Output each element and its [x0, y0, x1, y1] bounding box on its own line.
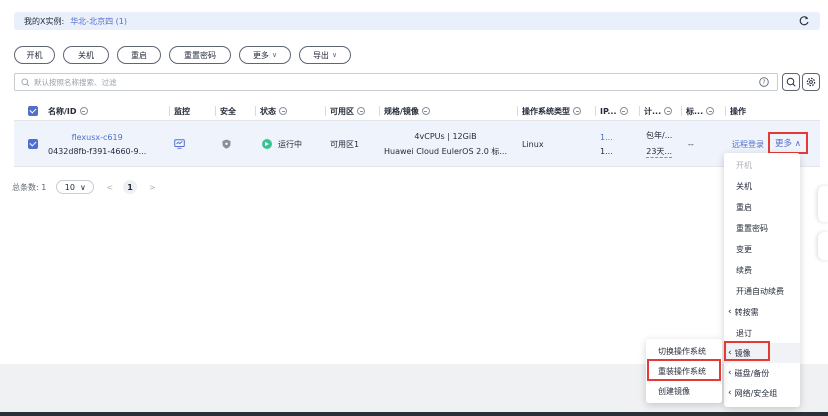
menu-item-reset-password[interactable]: 重置密码	[724, 218, 800, 238]
side-float-tab[interactable]	[818, 232, 828, 260]
instance-name-cell: flexusx-c619 0432d8fb-f391-4660-9...	[48, 121, 146, 167]
search-placeholder: 默认按照名称搜索、过滤	[34, 77, 117, 87]
spec-cell: 4vCPUs | 12GiB Huawei Cloud EulerOS 2.0 …	[384, 121, 507, 167]
region-label: 我的X实例:	[24, 16, 65, 26]
ip-line-2: 1...	[600, 146, 613, 156]
running-icon	[262, 139, 272, 149]
chevron-down-icon: ∨	[80, 182, 86, 192]
restart-button[interactable]: 重启	[117, 46, 161, 64]
filter-icon[interactable]	[619, 107, 628, 115]
chevron-left-icon: ‹	[728, 368, 732, 378]
header-tag[interactable]: 标...	[681, 101, 715, 121]
header-monitor: 监控	[169, 101, 190, 121]
filter-icon[interactable]	[573, 107, 581, 115]
header-billing[interactable]: 计...	[639, 101, 673, 121]
pagination: 总条数: 1 10 ∨ < 1 >	[12, 180, 156, 194]
prev-page-icon[interactable]: <	[106, 183, 113, 192]
next-page-icon[interactable]: >	[149, 183, 156, 192]
billing-cell: 包年/... 23天...	[646, 121, 672, 167]
filter-icon[interactable]	[421, 107, 430, 115]
chevron-left-icon: ‹	[728, 388, 732, 398]
stop-button[interactable]: 关机	[63, 46, 109, 64]
search-icon	[21, 77, 30, 86]
monitor-icon[interactable]	[174, 139, 185, 149]
status-text: 运行中	[278, 139, 302, 149]
header-spec[interactable]: 规格/镜像	[379, 101, 430, 121]
refresh-icon[interactable]	[798, 15, 810, 27]
header-name[interactable]: 名称/ID	[48, 101, 88, 121]
monitor-cell[interactable]	[174, 121, 185, 167]
menu-item-auto-renew[interactable]: 开通自动续费	[724, 281, 800, 301]
image-text: Huawei Cloud EulerOS 2.0 标...	[384, 146, 507, 156]
security-cell[interactable]	[222, 121, 231, 167]
chevron-left-icon: ‹	[728, 307, 732, 317]
header-actions: 操作	[725, 101, 746, 121]
billing-mode: 包年/...	[646, 131, 673, 140]
table-header: 名称/ID 监控 安全 状态 可用区 规格/镜像 操作系统类型 IP... 计.…	[14, 101, 820, 121]
menu-item-network-security[interactable]: ‹ 网络/安全组	[724, 383, 800, 403]
image-submenu: 切换操作系统 重装操作系统 创建镜像	[646, 339, 722, 403]
page-number[interactable]: 1	[123, 180, 138, 194]
menu-item-unsubscribe[interactable]: 退订	[724, 323, 800, 343]
search-icon	[786, 77, 796, 87]
chevron-left-icon: ‹	[728, 348, 732, 358]
region-bar: 我的X实例: 华北-北京四 (1)	[14, 12, 820, 30]
billing-remaining[interactable]: 23天...	[646, 146, 673, 158]
instance-name-link[interactable]: flexusx-c619	[72, 133, 123, 142]
instance-id: 0432d8fb-f391-4660-9...	[48, 146, 147, 156]
filter-icon[interactable]	[79, 107, 88, 115]
side-float-tab[interactable]	[818, 186, 828, 222]
header-security: 安全	[215, 101, 236, 121]
more-dropdown-menu: 开机 关机 重启 重置密码 变更 续费 开通自动续费 ‹ 转按需 退订 ‹ 镜像 ‹…	[724, 153, 800, 407]
os-cell: Linux	[522, 139, 544, 149]
filter-icon[interactable]	[357, 107, 365, 115]
bottom-strip	[0, 412, 828, 416]
select-all-checkbox[interactable]	[28, 101, 38, 121]
start-button[interactable]: 开机	[14, 46, 55, 64]
menu-item-to-on-demand[interactable]: ‹ 转按需	[724, 302, 800, 322]
search-button[interactable]	[782, 73, 800, 91]
total-count: 总条数: 1	[12, 182, 47, 192]
export-button[interactable]: 导出 ∨	[299, 46, 351, 64]
header-status[interactable]: 状态	[255, 101, 287, 121]
header-os[interactable]: 操作系统类型	[517, 101, 581, 121]
filter-icon[interactable]	[664, 107, 673, 115]
help-icon[interactable]: ?	[759, 77, 769, 87]
zone-cell: 可用区1	[330, 139, 360, 149]
submenu-create-image[interactable]: 创建镜像	[646, 381, 722, 401]
region-value[interactable]: 华北-北京四 (1)	[70, 16, 127, 27]
chevron-down-icon: ∨	[271, 51, 278, 59]
status-cell: 运行中	[262, 121, 302, 167]
row-checkbox[interactable]	[28, 121, 38, 167]
menu-item-renew[interactable]: 续费	[724, 260, 800, 280]
row-more-button[interactable]: 更多 ∧	[768, 132, 808, 154]
reset-password-button[interactable]: 重置密码	[169, 46, 231, 64]
gear-icon	[806, 77, 816, 87]
menu-item-modify[interactable]: 变更	[724, 239, 800, 259]
menu-item-stop[interactable]: 关机	[724, 176, 800, 196]
ip-cell: 1... 1...	[600, 121, 613, 167]
filter-icon[interactable]	[279, 107, 287, 115]
menu-item-disk-backup[interactable]: ‹ 磁盘/备份	[724, 363, 800, 383]
svg-text:?: ?	[762, 79, 765, 86]
submenu-switch-os[interactable]: 切换操作系统	[646, 341, 722, 361]
more-actions-button[interactable]: 更多 ∨	[239, 46, 291, 64]
action-toolbar: 开机 关机 重启 重置密码 更多 ∨ 导出 ∨	[14, 46, 351, 64]
submenu-reinstall-os[interactable]: 重装操作系统	[646, 361, 722, 381]
settings-button[interactable]	[802, 73, 820, 91]
spec-text: 4vCPUs | 12GiB	[414, 131, 477, 141]
table-row: flexusx-c619 0432d8fb-f391-4660-9... 运行中…	[14, 121, 820, 167]
chevron-down-icon: ∨	[331, 51, 338, 59]
shield-icon[interactable]	[222, 139, 231, 149]
menu-item-image[interactable]: ‹ 镜像	[724, 343, 800, 363]
menu-item-restart[interactable]: 重启	[724, 197, 800, 217]
search-input[interactable]: 默认按照名称搜索、过滤 ?	[14, 73, 778, 91]
filter-icon[interactable]	[706, 107, 715, 115]
ip-line-1[interactable]: 1...	[600, 133, 613, 142]
header-ip[interactable]: IP...	[595, 101, 628, 121]
tag-cell: --	[688, 139, 694, 149]
page-size-select[interactable]: 10 ∨	[56, 180, 95, 194]
menu-item-start: 开机	[736, 160, 752, 170]
header-zone[interactable]: 可用区	[325, 101, 365, 121]
